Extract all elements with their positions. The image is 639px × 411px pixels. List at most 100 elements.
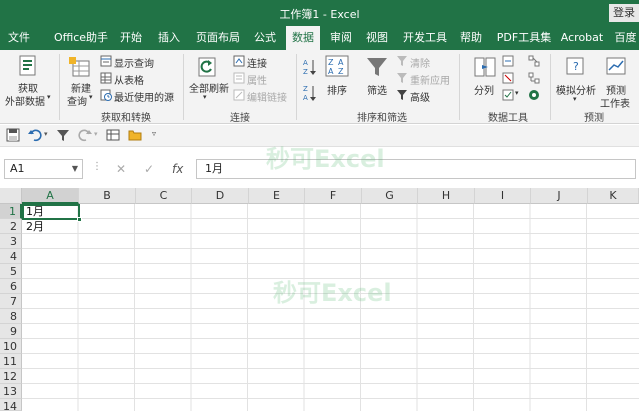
redo-icon[interactable] xyxy=(78,128,92,142)
row-header[interactable]: 9 xyxy=(0,324,22,339)
show-query-button[interactable]: 显示查询 xyxy=(114,55,154,70)
row-header[interactable]: 6 xyxy=(0,279,22,294)
row-header[interactable]: 12 xyxy=(0,369,22,384)
undo-icon[interactable] xyxy=(28,128,42,142)
tab-baidu[interactable]: 百度 xyxy=(612,26,639,50)
svg-text:Z: Z xyxy=(338,67,344,76)
tab-home[interactable]: 开始 xyxy=(116,26,146,50)
formula-input[interactable]: 1月 xyxy=(196,159,636,179)
svg-text:A: A xyxy=(328,67,334,76)
column-header[interactable]: B xyxy=(79,188,136,204)
tab-file[interactable]: 文件 xyxy=(4,26,34,50)
column-header[interactable]: E xyxy=(249,188,305,204)
chevron-down-icon[interactable]: ▾ xyxy=(203,93,207,101)
filter-button[interactable]: 筛选 xyxy=(367,82,387,97)
tab-view[interactable]: 视图 xyxy=(362,26,392,50)
row-header[interactable]: 7 xyxy=(0,294,22,309)
column-header[interactable]: G xyxy=(362,188,418,204)
column-header[interactable]: C xyxy=(136,188,192,204)
row-header[interactable]: 8 xyxy=(0,309,22,324)
connections-button[interactable]: 连接 xyxy=(247,55,267,70)
row-header[interactable]: 5 xyxy=(0,264,22,279)
table-icon[interactable] xyxy=(106,128,120,142)
cell-area[interactable] xyxy=(22,204,639,411)
worksheet-grid[interactable]: A B C D E F G H I J K 1 2 3 4 5 6 7 8 9 … xyxy=(0,188,639,411)
ribbon-tabs: 文件 Office助手 开始 插入 页面布局 公式 数据 审阅 视图 开发工具 … xyxy=(0,26,639,50)
reapply-icon xyxy=(397,73,407,83)
refresh-all-label[interactable]: 全部刷新 xyxy=(189,80,229,95)
recent-sources-button[interactable]: 最近使用的源 xyxy=(114,89,174,104)
forecast-sheet-label-2[interactable]: 工作表 xyxy=(600,95,630,110)
fill-handle[interactable] xyxy=(77,217,82,222)
sort-ascending-icon[interactable]: A Z xyxy=(303,58,317,76)
cell-a2[interactable]: 2月 xyxy=(24,219,44,234)
new-query-label-2[interactable]: 查询 xyxy=(67,93,87,108)
properties-button[interactable]: 属性 xyxy=(247,72,267,87)
text-to-columns-button[interactable]: 分列 xyxy=(474,82,494,97)
filter-icon xyxy=(367,58,387,76)
column-header[interactable]: I xyxy=(475,188,531,204)
chevron-down-icon[interactable]: ▾ xyxy=(515,89,519,97)
row-header[interactable]: 14 xyxy=(0,399,22,411)
advanced-button[interactable]: 高级 xyxy=(410,89,430,104)
chevron-down-icon[interactable]: ▾ xyxy=(94,130,98,138)
tab-pdf-tools[interactable]: PDF工具集 xyxy=(494,26,554,50)
tab-acrobat[interactable]: Acrobat xyxy=(560,26,604,50)
column-header[interactable]: D xyxy=(192,188,249,204)
row-header[interactable]: 10 xyxy=(0,339,22,354)
tab-insert[interactable]: 插入 xyxy=(154,26,184,50)
customize-qat-icon[interactable]: ▿ xyxy=(152,129,156,138)
tab-help[interactable]: 帮助 xyxy=(456,26,486,50)
tab-developer[interactable]: 开发工具 xyxy=(400,26,450,50)
chevron-down-icon[interactable]: ▾ xyxy=(89,93,93,101)
row-header[interactable]: 3 xyxy=(0,234,22,249)
tab-page-layout[interactable]: 页面布局 xyxy=(192,26,244,50)
consolidate-icon[interactable] xyxy=(528,55,540,67)
tab-office-assistant[interactable]: Office助手 xyxy=(52,26,110,50)
connections-icon xyxy=(233,55,245,67)
data-validation-icon[interactable] xyxy=(502,89,514,101)
forecast-sheet-icon xyxy=(606,57,626,75)
edit-links-button[interactable]: 编辑链接 xyxy=(247,89,287,104)
data-model-icon[interactable] xyxy=(528,89,540,101)
reapply-button[interactable]: 重新应用 xyxy=(410,72,450,87)
remove-duplicates-icon[interactable] xyxy=(502,72,514,84)
name-box[interactable]: A1 ▼ xyxy=(4,159,83,179)
chevron-down-icon[interactable]: ▾ xyxy=(573,95,577,103)
title-bar: 工作簿1 - Excel 登录 xyxy=(0,0,639,26)
edit-links-icon xyxy=(233,89,245,101)
row-header[interactable]: 13 xyxy=(0,384,22,399)
get-external-data-label-2[interactable]: 外部数据 xyxy=(5,93,45,108)
enter-icon[interactable]: ✓ xyxy=(144,159,154,179)
filter-icon[interactable] xyxy=(56,128,70,142)
clear-button[interactable]: 清除 xyxy=(410,55,430,70)
properties-icon xyxy=(233,72,245,84)
save-icon[interactable] xyxy=(6,128,20,142)
login-button[interactable]: 登录 xyxy=(609,4,639,22)
folder-icon[interactable] xyxy=(128,128,142,142)
tab-data[interactable]: 数据 xyxy=(286,26,320,50)
tab-formulas[interactable]: 公式 xyxy=(250,26,280,50)
row-header[interactable]: 11 xyxy=(0,354,22,369)
chevron-down-icon[interactable]: ▼ xyxy=(72,160,78,178)
sort-button[interactable]: 排序 xyxy=(327,82,347,97)
chevron-down-icon[interactable]: ▾ xyxy=(47,93,51,101)
row-header[interactable]: 2 xyxy=(0,219,22,234)
row-header[interactable]: 1 xyxy=(0,204,22,219)
relationships-icon[interactable] xyxy=(528,72,540,84)
select-all-corner[interactable] xyxy=(0,188,22,204)
column-header[interactable]: K xyxy=(588,188,639,204)
sort-descending-icon[interactable]: Z A xyxy=(303,84,317,102)
column-header[interactable]: F xyxy=(305,188,362,204)
tab-review[interactable]: 审阅 xyxy=(326,26,356,50)
column-header[interactable]: J xyxy=(531,188,588,204)
chevron-down-icon[interactable]: ▾ xyxy=(44,130,48,138)
column-header[interactable]: H xyxy=(418,188,475,204)
insert-function-button[interactable]: fx xyxy=(172,159,183,179)
column-header[interactable]: A xyxy=(22,188,79,204)
what-if-analysis-icon: ? xyxy=(566,57,584,75)
flash-fill-icon[interactable] xyxy=(502,55,514,67)
from-table-button[interactable]: 从表格 xyxy=(114,72,144,87)
cancel-icon[interactable]: ✕ xyxy=(116,159,126,179)
row-header[interactable]: 4 xyxy=(0,249,22,264)
